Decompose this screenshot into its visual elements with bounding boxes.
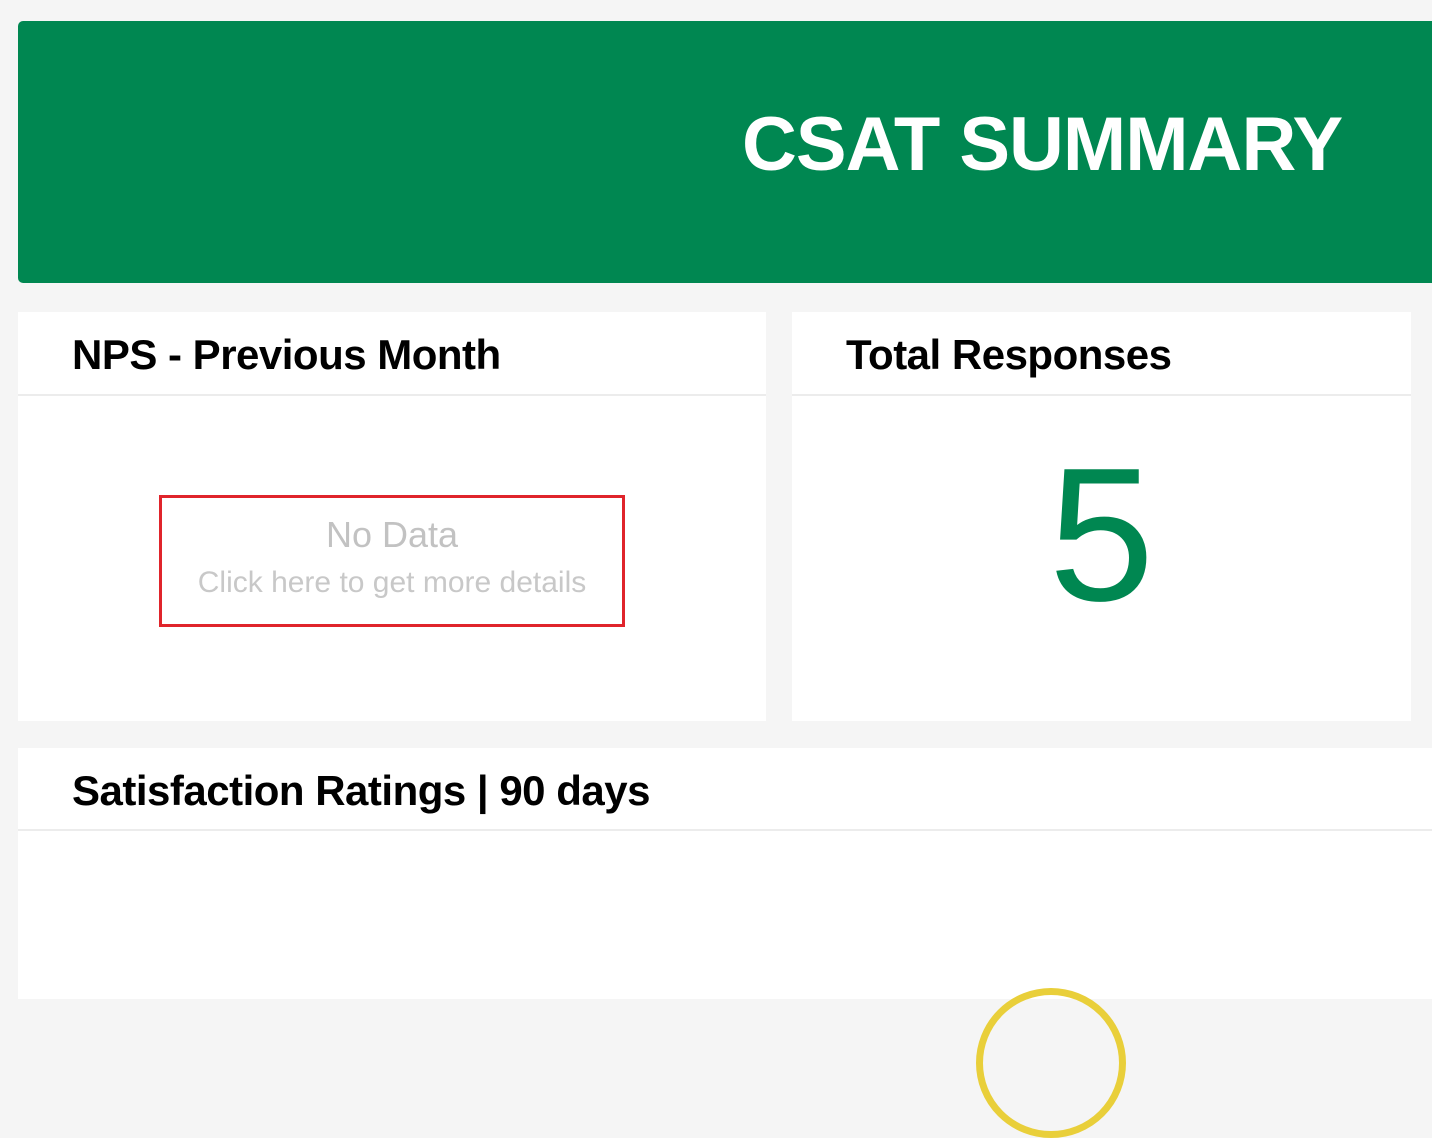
- summary-banner: CSAT SUMMARY: [18, 21, 1432, 283]
- satisfaction-card-title: Satisfaction Ratings | 90 days: [72, 767, 650, 814]
- nps-card-header: NPS - Previous Month: [18, 312, 766, 396]
- total-responses-card: Total Responses 5: [792, 312, 1411, 721]
- satisfaction-gauge-chart: [976, 988, 1126, 1138]
- no-data-label: No Data: [325, 514, 459, 555]
- total-responses-value: 5: [1048, 429, 1155, 641]
- nps-no-data-link[interactable]: No Data Click here to get more details: [159, 495, 625, 627]
- nps-card-title: NPS - Previous Month: [72, 331, 501, 378]
- nps-previous-month-card: NPS - Previous Month No Data Click here …: [18, 312, 766, 721]
- more-details-link-text[interactable]: Click here to get more details: [162, 568, 622, 598]
- total-responses-card-title: Total Responses: [846, 331, 1172, 378]
- satisfaction-card-header: Satisfaction Ratings | 90 days: [18, 748, 1432, 831]
- satisfaction-ratings-card: Satisfaction Ratings | 90 days: [18, 748, 1432, 1138]
- page-title: CSAT SUMMARY: [742, 102, 1343, 187]
- total-responses-card-header: Total Responses: [792, 312, 1411, 396]
